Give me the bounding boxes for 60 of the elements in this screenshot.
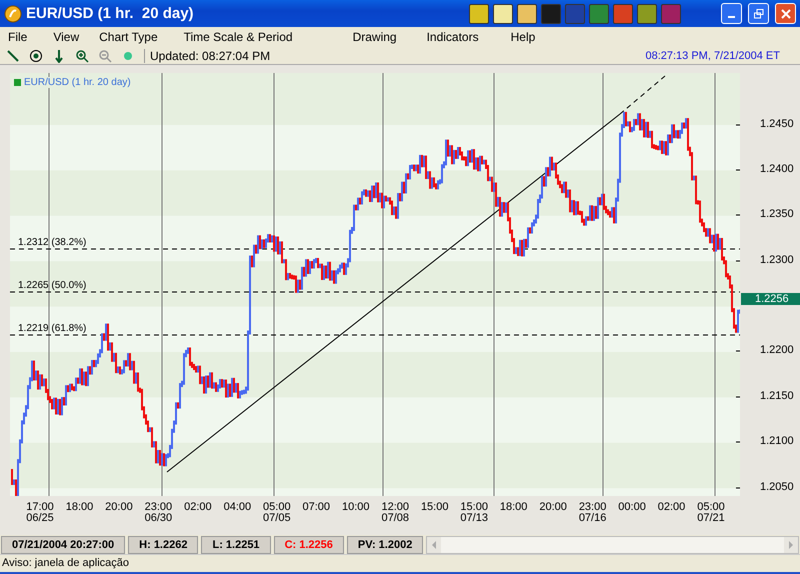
- menu-item[interactable]: File: [0, 30, 40, 44]
- menu-item[interactable]: Help: [502, 30, 548, 44]
- toolbar-app-icon[interactable]: [517, 4, 537, 24]
- menu-item[interactable]: Drawing: [344, 30, 409, 44]
- restore-icon[interactable]: [754, 8, 764, 18]
- status-readout: C: 1.2256: [274, 536, 344, 554]
- price-axis-label: 1.2350: [760, 208, 794, 220]
- toolbar-app-icon[interactable]: [637, 4, 657, 24]
- time-axis-label: 02:00: [656, 502, 686, 513]
- time-axis-label: 15:00 07/13: [459, 502, 489, 524]
- toolbar-app-icon[interactable]: [493, 4, 513, 24]
- price-axis-label: 1.2100: [760, 435, 794, 447]
- toolbar-app-icon[interactable]: [469, 4, 489, 24]
- time-axis-label: 04:00: [222, 502, 252, 513]
- status-readout: 07/21/2004 20:27:00: [1, 536, 126, 554]
- time-axis-label: 07:00: [302, 502, 332, 513]
- menu-item[interactable]: Indicators: [418, 30, 491, 44]
- price-axis-label: 1.2450: [760, 118, 794, 130]
- updated-time: Updated: 08:27:04 PM: [144, 48, 636, 62]
- clock-text: 08:27:13 PM, 7/21/2004 ET: [645, 50, 781, 62]
- status-readout: L: 1.2251: [201, 536, 271, 554]
- zoom-in-icon[interactable]: [75, 48, 89, 62]
- time-axis-label: 17:00 06/25: [25, 502, 55, 524]
- time-axis-label: 10:00: [340, 502, 371, 513]
- fibonacci-level-label: 1.2219 (61.8%): [18, 323, 86, 334]
- time-axis-label: 00:00: [617, 502, 647, 513]
- current-price-tag: 1.2256: [741, 293, 800, 305]
- target-icon[interactable]: [29, 48, 43, 62]
- time-axis-label: 20:00: [104, 502, 134, 513]
- time-axis-label: 18:00: [498, 502, 528, 513]
- status-readout: H: 1.2262: [128, 536, 198, 554]
- time-axis-label: 20:00: [538, 502, 568, 513]
- window-title: EUR/USD (1 hr. 20 day): [26, 5, 195, 22]
- price-axis-label: 1.2050: [760, 481, 794, 493]
- price-axis-label: 1.2400: [760, 163, 794, 175]
- time-axis-label: 15:00: [420, 502, 450, 513]
- status-readout: PV: 1.2002: [346, 536, 424, 554]
- price-axis-label: 1.2300: [760, 254, 794, 266]
- minimize-button[interactable]: [721, 3, 742, 24]
- close-icon[interactable]: [780, 8, 790, 18]
- time-axis-label: 05:00 07/21: [696, 502, 726, 524]
- app-logo-icon: [4, 4, 22, 22]
- fibonacci-level-label: 1.2265 (50.0%): [18, 280, 86, 291]
- menu-item[interactable]: Chart Type: [91, 30, 170, 44]
- chart-label: EUR/USD (1 hr. 20 day): [14, 77, 133, 88]
- fibonacci-level-label: 1.2312 (38.2%): [18, 237, 86, 248]
- zoom-out-icon[interactable]: [98, 48, 112, 62]
- time-axis-label: 23:00 07/16: [578, 502, 608, 524]
- menu-item[interactable]: View: [45, 30, 92, 44]
- time-axis-label: 05:00 07/05: [262, 502, 292, 524]
- restore-button[interactable]: [748, 3, 769, 24]
- menu-item[interactable]: Time Scale & Period: [176, 30, 305, 44]
- line-tool-icon[interactable]: [6, 48, 20, 62]
- time-axis-label: 23:00 06/30: [144, 502, 174, 524]
- price-axis-label: 1.2150: [760, 390, 794, 402]
- time-axis-label: 12:00 07/08: [380, 502, 410, 524]
- time-axis-label: 02:00: [183, 502, 213, 513]
- close-button[interactable]: [775, 3, 796, 24]
- time-axis-label: 18:00: [64, 502, 94, 513]
- price-axis-label: 1.2200: [760, 344, 794, 356]
